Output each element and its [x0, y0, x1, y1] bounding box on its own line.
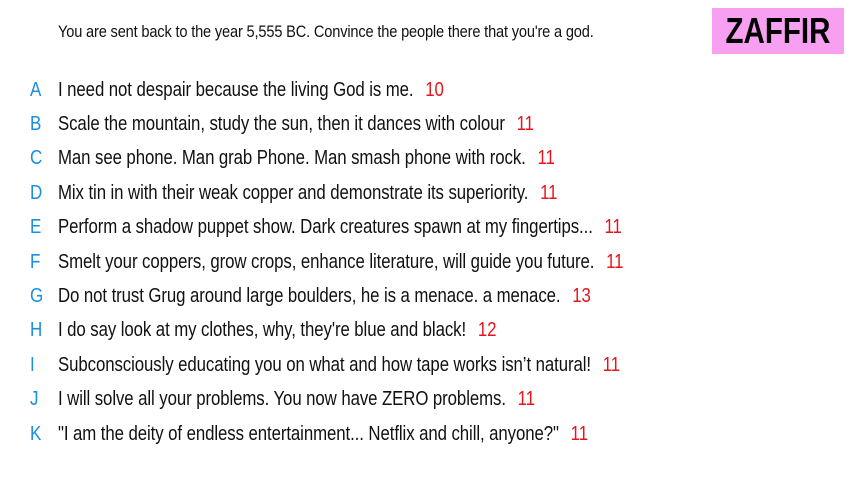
answer-row-g: G Do not trust Grug around large boulder… [0, 279, 853, 313]
answer-row-c: C Man see phone. Man grab Phone. Man sma… [0, 142, 853, 176]
answer-line: "I am the deity of endless entertainment… [58, 423, 588, 446]
answer-letter: A [30, 78, 42, 101]
answer-text: I need not despair because the living Go… [58, 78, 414, 101]
answer-row-b: B Scale the mountain, study the sun, the… [0, 107, 853, 141]
answer-row-h: H I do say look at my clothes, why, they… [0, 314, 853, 348]
answer-row-k: K "I am the deity of endless entertainme… [0, 417, 853, 451]
answer-score: 13 [572, 285, 591, 308]
answer-line: I do say look at my clothes, why, they'r… [58, 319, 496, 342]
answer-list: A I need not despair because the living … [0, 73, 853, 451]
answer-line: Smelt your coppers, grow crops, enhance … [58, 251, 623, 274]
answer-letter: J [30, 388, 39, 411]
answer-score: 11 [570, 422, 588, 445]
answer-line: Scale the mountain, study the sun, then … [58, 113, 534, 136]
answer-row-j: J I will solve all your problems. You no… [0, 383, 853, 417]
answer-letter: B [30, 113, 42, 136]
answer-score: 11 [516, 113, 534, 136]
answer-score: 11 [604, 216, 622, 239]
answer-letter: E [30, 216, 42, 239]
answer-text: Perform a shadow puppet show. Dark creat… [58, 216, 593, 239]
answer-line: Do not trust Grug around large boulders,… [58, 285, 591, 308]
brand-badge: ZAFFIR [712, 8, 844, 54]
answer-text: "I am the deity of endless entertainment… [58, 422, 559, 445]
answer-letter: K [30, 422, 42, 445]
answer-score: 10 [425, 78, 444, 101]
answer-letter: G [30, 285, 44, 308]
answer-row-d: D Mix tin in with their weak copper and … [0, 176, 853, 210]
brand-name: ZAFFIR [725, 10, 831, 51]
answer-score: 11 [540, 181, 558, 204]
answer-score: 11 [602, 353, 621, 376]
answer-text: Mix tin in with their weak copper and de… [58, 181, 529, 204]
answer-letter: H [30, 319, 43, 342]
answer-row-a: A I need not despair because the living … [0, 73, 853, 107]
answer-row-i: I Subconsciously educating you on what a… [0, 348, 853, 382]
answer-text: Do not trust Grug around large boulders,… [58, 285, 561, 308]
answer-score: 11 [517, 388, 535, 411]
answer-text: Scale the mountain, study the sun, then … [58, 113, 505, 136]
answer-letter: F [30, 250, 41, 273]
answer-row-f: F Smelt your coppers, grow crops, enhanc… [0, 245, 853, 279]
answer-score: 12 [477, 319, 497, 342]
answer-score: 11 [606, 250, 624, 273]
answer-row-e: E Perform a shadow puppet show. Dark cre… [0, 211, 853, 245]
answer-text: I do say look at my clothes, why, they'r… [58, 319, 467, 342]
question-prompt: You are sent back to the year 5,555 BC. … [58, 22, 594, 41]
answer-letter: D [30, 181, 43, 204]
answer-text: Smelt your coppers, grow crops, enhance … [58, 250, 595, 273]
answer-line: Perform a shadow puppet show. Dark creat… [58, 216, 622, 239]
answer-line: Man see phone. Man grab Phone. Man smash… [58, 147, 555, 170]
answer-letter: I [30, 353, 35, 376]
answer-line: Mix tin in with their weak copper and de… [58, 182, 557, 205]
answer-text: I will solve all your problems. You now … [58, 388, 506, 411]
answer-text: Man see phone. Man grab Phone. Man smash… [58, 147, 526, 170]
answer-line: Subconsciously educating you on what and… [58, 354, 620, 377]
answer-score: 11 [537, 147, 555, 170]
answer-line: I will solve all your problems. You now … [58, 388, 535, 411]
answer-line: I need not despair because the living Go… [58, 79, 444, 102]
answer-text: Subconsciously educating you on what and… [58, 353, 591, 376]
answer-letter: C [30, 147, 43, 170]
